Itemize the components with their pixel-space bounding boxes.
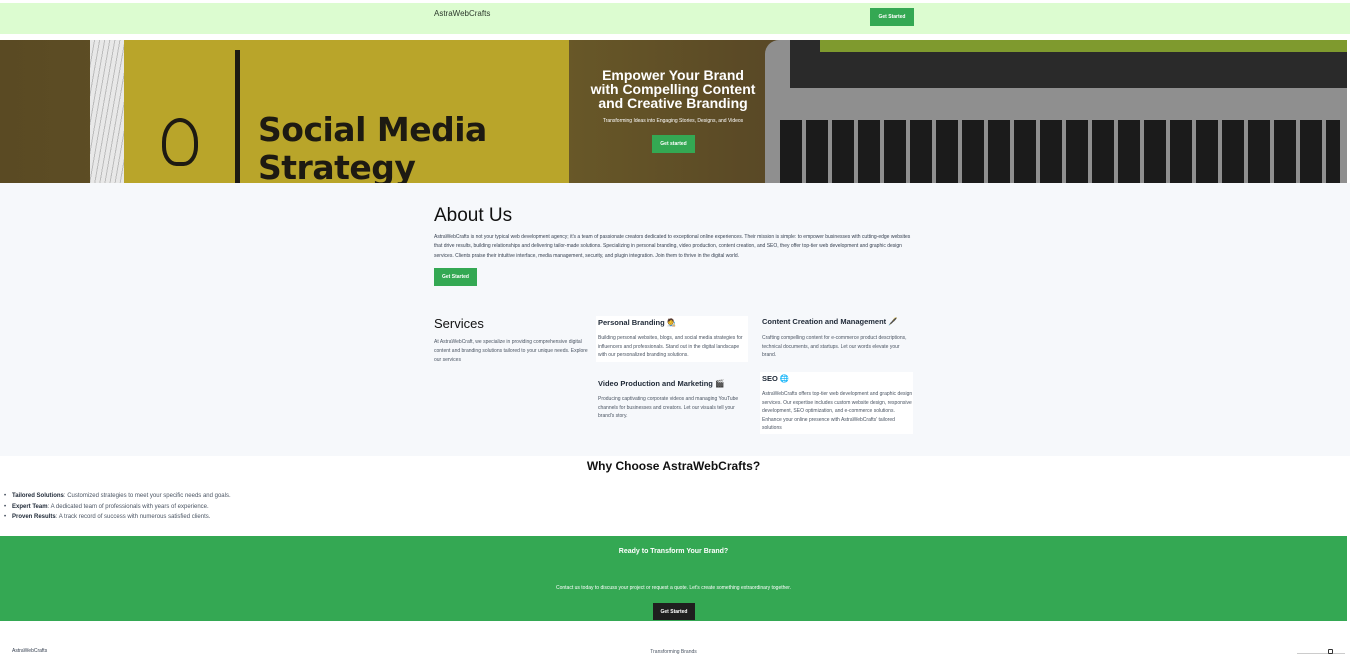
service-text-content-creation: Crafting compelling content for e-commer… (762, 335, 907, 359)
header-get-started-button[interactable]: Get Started (870, 8, 914, 26)
about-title: About Us (434, 205, 513, 226)
laptop-keyboard-graphic (780, 120, 1340, 183)
list-item: Expert Team: A dedicated team of profess… (4, 502, 231, 513)
book-spine-graphic (235, 50, 240, 183)
service-text-personal-branding: Building personal websites, blogs, and s… (598, 335, 743, 359)
laptop-screen-highlight (820, 40, 1347, 52)
hero-image-text-line1: Social Media (258, 110, 487, 149)
list-item: Proven Results: A track record of succes… (4, 512, 231, 523)
service-title-video-production: Video Production and Marketing 🎬 (598, 379, 725, 388)
about-get-started-button[interactable]: Get Started (434, 268, 477, 286)
hero-subtitle: Transforming Ideas into Engaging Stories… (602, 118, 744, 124)
brand-logo-text[interactable]: AstraWebCrafts (434, 9, 490, 18)
services-intro: At AstraWebCraft, we specialize in provi… (434, 339, 588, 363)
hero-get-started-button[interactable]: Get started (652, 135, 695, 153)
footer-tagline: Transforming Brands (650, 649, 697, 655)
hero-title: Empower Your Brand with Compelling Conte… (573, 68, 773, 110)
why-item-text: : Customized strategies to meet your spe… (63, 493, 231, 499)
top-nav-bar (0, 3, 1350, 34)
why-item-text: : A dedicated team of professionals with… (47, 503, 209, 510)
instagram-icon[interactable] (1328, 649, 1333, 654)
cta-title: Ready to Transform Your Brand? (618, 548, 729, 555)
why-choose-title: Why Choose AstraWebCrafts? (586, 459, 761, 473)
hero-title-line1: Empower Your Brand (602, 67, 744, 83)
why-item-label: Expert Team (12, 503, 48, 510)
service-title-personal-branding: Personal Branding 🧑‍🎨 (598, 318, 677, 327)
lightbulb-icon (162, 118, 198, 166)
hero-title-line2: with Compelling Content (590, 81, 756, 97)
list-item: Tailored Solutions: Customized strategie… (4, 491, 231, 502)
services-title: Services (434, 316, 484, 331)
cta-text: Contact us today to discuss your project… (556, 585, 791, 591)
hero-image-text: Social Media Strategy (258, 111, 487, 187)
why-item-label: Proven Results (12, 514, 56, 520)
why-item-text: : A track record of success with numerou… (55, 514, 211, 520)
service-title-seo: SEO 🌐 (762, 374, 790, 383)
hero-title-line3: and Creative Branding (598, 95, 748, 111)
service-title-content-creation: Content Creation and Management 🖋️ (762, 317, 898, 326)
why-choose-list: Tailored Solutions: Customized strategie… (4, 491, 231, 523)
why-item-label: Tailored Solutions (12, 493, 64, 499)
service-text-video-production: Producing captivating corporate videos a… (598, 396, 739, 420)
hero-image-text-line2: Strategy (258, 148, 416, 187)
service-text-seo: AstraWebCrafts offers top-tier web devel… (762, 391, 913, 432)
footer-divider (1297, 653, 1345, 654)
about-text: AstraWebCrafts is not your typical web d… (434, 234, 911, 259)
cta-get-started-button[interactable]: Get Started (653, 603, 695, 620)
